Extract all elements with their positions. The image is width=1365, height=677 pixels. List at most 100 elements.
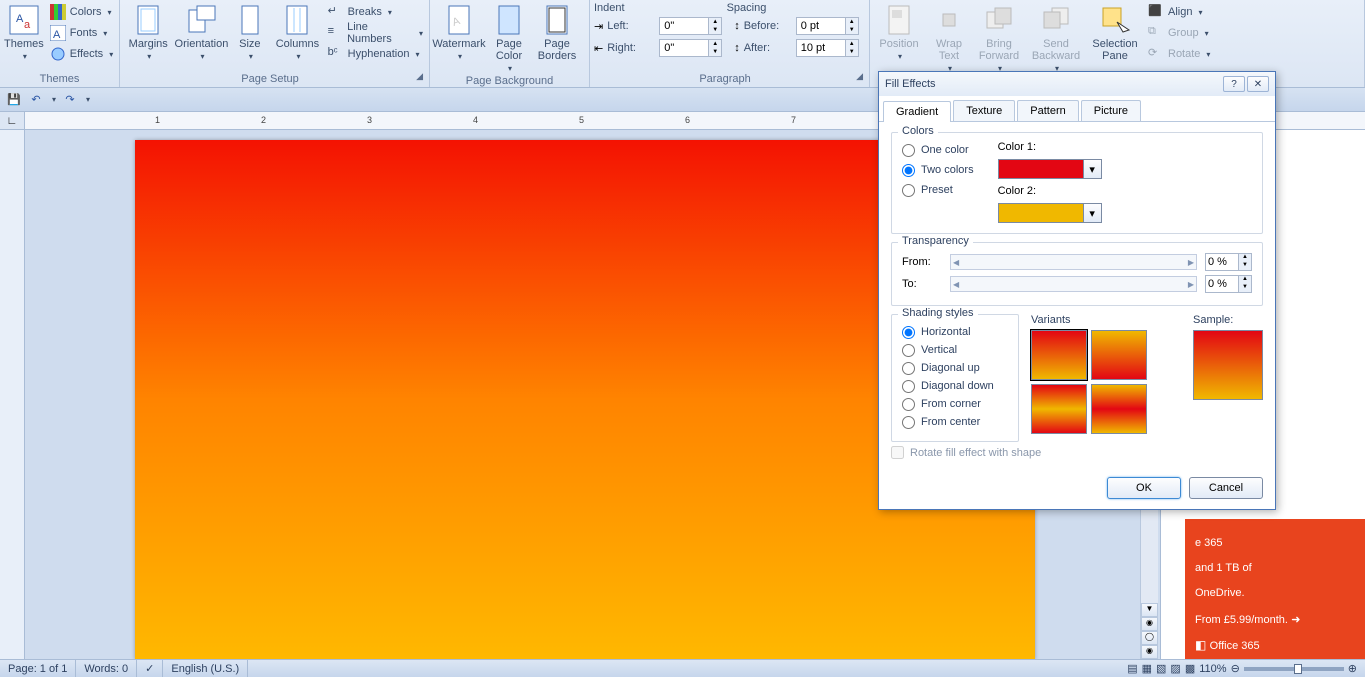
margins-button[interactable]: Margins▾ bbox=[124, 2, 172, 61]
page-setup-launcher[interactable]: ◢ bbox=[416, 71, 425, 87]
variant-4[interactable] bbox=[1091, 384, 1147, 434]
spacing-before-icon: ↕ bbox=[734, 20, 740, 32]
color2-dropdown[interactable]: ▾ bbox=[998, 203, 1102, 223]
fill-effects-dialog: Fill Effects ? ✕ Gradient Texture Patter… bbox=[878, 71, 1276, 510]
transparency-to-input[interactable]: ▲▼ bbox=[1205, 275, 1252, 293]
redo-icon[interactable]: ↷ bbox=[62, 92, 78, 108]
ribbon-group-themes: Aa Themes▾ Colors▾ AFonts▾ Effects▾ Them… bbox=[0, 0, 120, 87]
variant-3[interactable] bbox=[1031, 384, 1087, 434]
page-borders-button[interactable]: Page Borders bbox=[534, 2, 580, 62]
variant-1[interactable] bbox=[1031, 330, 1087, 380]
tab-texture[interactable]: Texture bbox=[953, 100, 1015, 121]
themes-icon: Aa bbox=[8, 4, 40, 36]
rotate-fill-checkbox: Rotate fill effect with shape bbox=[891, 446, 1263, 459]
scroll-down-button[interactable]: ▼ bbox=[1141, 603, 1158, 617]
qat-customize[interactable]: ▾ bbox=[86, 95, 90, 104]
svg-text:A: A bbox=[53, 29, 61, 41]
undo-icon[interactable]: ↶ bbox=[28, 92, 44, 108]
hyphenation-button[interactable]: bᶜHyphenation▾ bbox=[326, 44, 425, 64]
status-words[interactable]: Words: 0 bbox=[76, 660, 137, 677]
breaks-icon: ↵ bbox=[328, 4, 344, 20]
line-numbers-icon: ≡ bbox=[328, 25, 343, 41]
colors-groupbox: Colors One color Two colors Preset Color… bbox=[891, 132, 1263, 234]
vertical-ruler[interactable] bbox=[0, 130, 25, 659]
next-page-button[interactable]: ◉ bbox=[1141, 645, 1158, 659]
dialog-help-button[interactable]: ? bbox=[1223, 76, 1245, 92]
indent-right-icon: ⇤ bbox=[594, 42, 603, 55]
dialog-close-button[interactable]: ✕ bbox=[1247, 76, 1269, 92]
columns-button[interactable]: Columns▾ bbox=[273, 2, 321, 61]
size-button[interactable]: Size▾ bbox=[230, 2, 269, 61]
variant-2[interactable] bbox=[1091, 330, 1147, 380]
ok-button[interactable]: OK bbox=[1107, 477, 1181, 499]
view-web-icon[interactable]: ▧ bbox=[1156, 662, 1166, 675]
status-language[interactable]: English (U.S.) bbox=[163, 660, 248, 677]
shading-from-center[interactable]: From center bbox=[902, 413, 1008, 431]
spacing-after-input[interactable]: ▲▼ bbox=[796, 39, 859, 57]
watermark-icon: A bbox=[443, 4, 475, 36]
save-icon[interactable]: 💾 bbox=[6, 92, 22, 108]
one-color-radio[interactable]: One color bbox=[902, 141, 974, 159]
indent-left-input[interactable]: ▲▼ bbox=[659, 17, 722, 35]
breaks-button[interactable]: ↵Breaks▾ bbox=[326, 2, 425, 22]
status-proofing[interactable]: ✓ bbox=[137, 660, 163, 677]
bring-forward-icon bbox=[983, 4, 1015, 36]
proofing-icon: ✓ bbox=[145, 662, 154, 675]
svg-text:a: a bbox=[24, 19, 31, 31]
theme-effects-button[interactable]: Effects▾ bbox=[48, 44, 115, 64]
tab-selector[interactable]: ∟ bbox=[0, 112, 25, 129]
transparency-from-slider[interactable]: ◀▶ bbox=[950, 254, 1197, 270]
view-outline-icon[interactable]: ▨ bbox=[1170, 662, 1180, 675]
align-button[interactable]: ⬛Align▾ bbox=[1146, 2, 1212, 22]
themes-button[interactable]: Aa Themes▾ bbox=[4, 2, 44, 61]
tab-picture[interactable]: Picture bbox=[1081, 100, 1141, 121]
effects-icon bbox=[50, 46, 66, 62]
dialog-titlebar[interactable]: Fill Effects ? ✕ bbox=[879, 72, 1275, 96]
shading-diagonal-down[interactable]: Diagonal down bbox=[902, 377, 1008, 395]
office365-ad[interactable]: e 365and 1 TB ofOneDrive. From £5.99/mon… bbox=[1185, 519, 1365, 659]
theme-fonts-button[interactable]: AFonts▾ bbox=[48, 23, 115, 43]
view-fullscreen-icon[interactable]: ▦ bbox=[1142, 662, 1152, 675]
selection-pane-button[interactable]: Selection Pane bbox=[1088, 2, 1142, 62]
line-numbers-button[interactable]: ≡Line Numbers▾ bbox=[326, 23, 425, 43]
page-color-icon bbox=[493, 4, 525, 36]
prev-page-button[interactable]: ◉ bbox=[1141, 617, 1158, 631]
status-bar: Page: 1 of 1 Words: 0 ✓ English (U.S.) ▤… bbox=[0, 659, 1365, 677]
watermark-button[interactable]: AWatermark▾ bbox=[434, 2, 484, 61]
transparency-from-input[interactable]: ▲▼ bbox=[1205, 253, 1252, 271]
spacing-header: Spacing bbox=[727, 2, 767, 14]
shading-from-corner[interactable]: From corner bbox=[902, 395, 1008, 413]
zoom-out-button[interactable]: ⊖ bbox=[1231, 662, 1240, 675]
status-page[interactable]: Page: 1 of 1 bbox=[0, 660, 76, 677]
align-icon: ⬛ bbox=[1148, 4, 1164, 20]
spacing-before-input[interactable]: ▲▼ bbox=[796, 17, 859, 35]
zoom-in-button[interactable]: ⊕ bbox=[1348, 662, 1357, 675]
transparency-to-slider[interactable]: ◀▶ bbox=[950, 276, 1197, 292]
page-color-button[interactable]: Page Color▾ bbox=[488, 2, 530, 73]
shading-horizontal[interactable]: Horizontal bbox=[902, 323, 1008, 341]
selection-pane-icon bbox=[1099, 4, 1131, 36]
color1-dropdown[interactable]: ▾ bbox=[998, 159, 1102, 179]
view-print-layout-icon[interactable]: ▤ bbox=[1127, 662, 1137, 675]
browse-object-button[interactable]: ◯ bbox=[1141, 631, 1158, 645]
cancel-button[interactable]: Cancel bbox=[1189, 477, 1263, 499]
indent-left-icon: ⇥ bbox=[594, 20, 603, 33]
indent-right-input[interactable]: ▲▼ bbox=[659, 39, 722, 57]
tab-gradient[interactable]: Gradient bbox=[883, 101, 951, 122]
hyphenation-icon: bᶜ bbox=[328, 46, 344, 62]
view-draft-icon[interactable]: ▩ bbox=[1185, 662, 1195, 675]
theme-colors-button[interactable]: Colors▾ bbox=[48, 2, 115, 22]
paragraph-launcher[interactable]: ◢ bbox=[856, 71, 865, 87]
page-borders-icon bbox=[541, 4, 573, 36]
preset-radio[interactable]: Preset bbox=[902, 181, 974, 199]
zoom-slider[interactable] bbox=[1244, 667, 1344, 671]
zoom-level[interactable]: 110% bbox=[1199, 663, 1226, 675]
shading-diagonal-up[interactable]: Diagonal up bbox=[902, 359, 1008, 377]
two-colors-radio[interactable]: Two colors bbox=[902, 161, 974, 179]
orientation-button[interactable]: Orientation▾ bbox=[176, 2, 226, 61]
ribbon-group-page-setup: Margins▾ Orientation▾ Size▾ Columns▾ ↵Br… bbox=[120, 0, 430, 87]
tab-pattern[interactable]: Pattern bbox=[1017, 100, 1078, 121]
wrap-text-icon bbox=[933, 4, 965, 36]
shading-vertical[interactable]: Vertical bbox=[902, 341, 1008, 359]
svg-text:A: A bbox=[16, 13, 24, 25]
